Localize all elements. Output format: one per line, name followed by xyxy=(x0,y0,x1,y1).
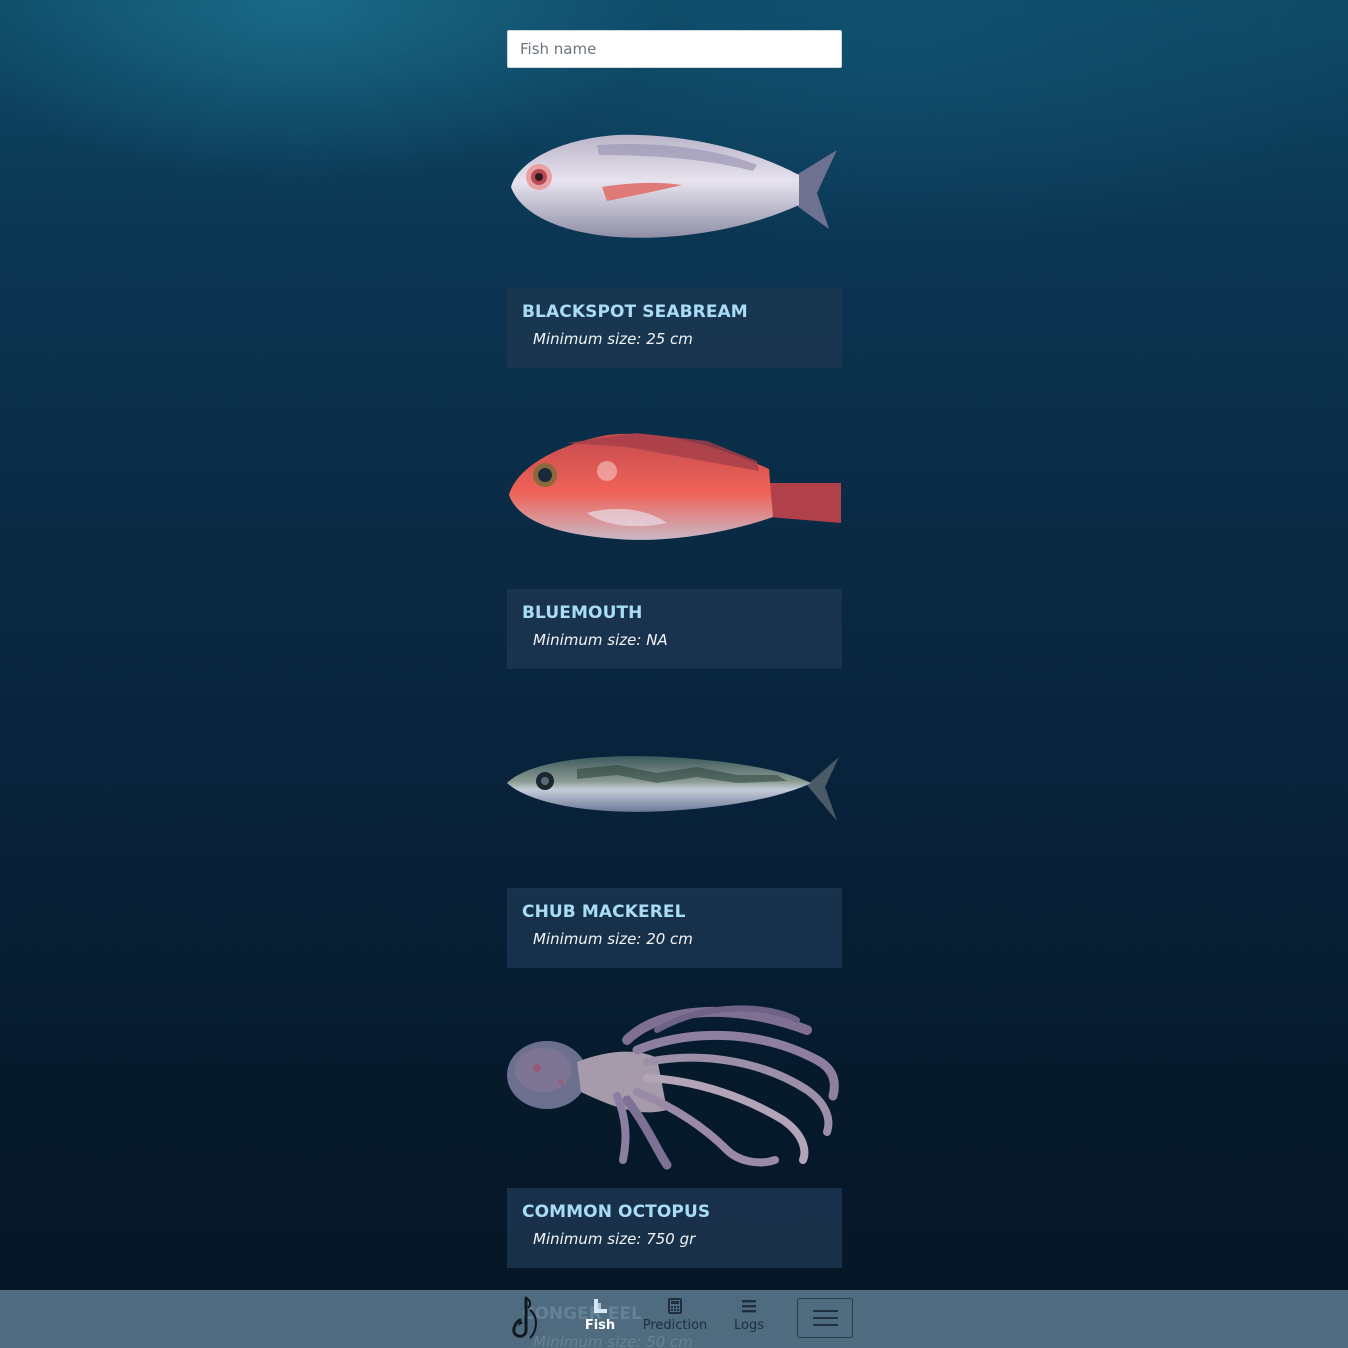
mackerel-image xyxy=(507,745,843,830)
nav-item-fish[interactable]: Fish xyxy=(580,1298,620,1340)
search-bar xyxy=(507,30,842,68)
fish-name: BLUEMOUTH xyxy=(522,603,643,623)
fish-card: BLUEMOUTH Minimum size: NA xyxy=(507,589,842,669)
fish-name: CHUB MACKEREL xyxy=(522,902,686,922)
list-icon xyxy=(728,1298,770,1316)
octopus-image xyxy=(507,1000,843,1175)
seabream-image xyxy=(507,125,843,255)
fish-name: BLACKSPOT SEABREAM xyxy=(522,302,748,322)
fish-search-input[interactable] xyxy=(507,30,842,68)
bluemouth-icon xyxy=(509,433,841,540)
nav-item-logs[interactable]: Logs xyxy=(728,1298,770,1340)
seabream-icon xyxy=(511,134,837,238)
fish-tab-icon xyxy=(580,1298,620,1316)
fish-minimum-size: Minimum size: 25 cm xyxy=(533,330,693,348)
fish-card: CHUB MACKEREL Minimum size: 20 cm xyxy=(507,888,842,968)
fish-minimum-size: Minimum size: 20 cm xyxy=(533,930,693,948)
calculator-icon xyxy=(640,1298,710,1316)
nav-item-prediction[interactable]: Prediction xyxy=(640,1298,710,1340)
bluemouth-image xyxy=(507,425,843,555)
mackerel-icon xyxy=(507,756,839,821)
nav-item-label: Logs xyxy=(734,1318,764,1333)
fish-card: BLACKSPOT SEABREAM Minimum size: 25 cm xyxy=(507,288,842,368)
menu-toggle-button[interactable] xyxy=(797,1298,853,1338)
fish-name: COMMON OCTOPUS xyxy=(522,1202,711,1222)
fish-minimum-size: Minimum size: NA xyxy=(533,631,668,649)
nav-item-label: Fish xyxy=(584,1318,616,1333)
nav-item-label: Prediction xyxy=(642,1318,708,1333)
fish-minimum-size: Minimum size: 750 gr xyxy=(533,1230,696,1248)
octopus-icon xyxy=(507,1005,839,1170)
fish-card: COMMON OCTOPUS Minimum size: 750 gr xyxy=(507,1188,842,1268)
fish-hook-icon[interactable] xyxy=(508,1296,542,1342)
